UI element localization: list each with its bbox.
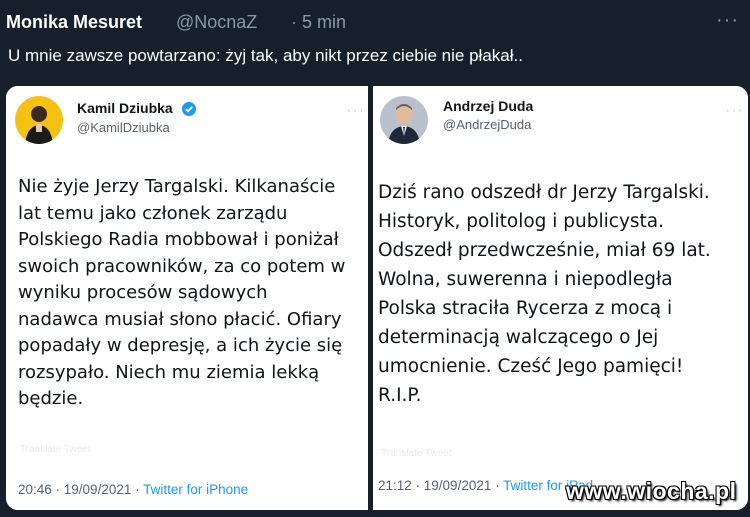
text-line: popadały w depresję, a ich życie się	[18, 335, 343, 356]
timestamp: 21:12 · 19/09/2021 ·	[378, 478, 504, 493]
source-link[interactable]: Twitter for iPhone	[143, 482, 248, 497]
screenshot-body-text: Nie żyje Jerzy Targalski. Kilkanaście la…	[18, 174, 345, 413]
text-line: Nie żyje Jerzy Targalski. Kilkanaście	[18, 176, 336, 197]
translate-tweet-link[interactable]: Translate Tweet	[381, 448, 452, 459]
text-line: determinacją walczącego o Jej	[378, 327, 659, 348]
text-line: R.I.P.	[378, 385, 422, 406]
translate-tweet-link[interactable]: Translate Tweet	[20, 444, 91, 455]
account-handle[interactable]: @KamilDziubka	[77, 120, 170, 135]
text-line: Dziś rano odszedł dr Jerzy Targalski.	[378, 182, 710, 203]
tweet-meta: 20:46 · 19/09/2021 · Twitter for iPhone	[18, 482, 248, 497]
text-line: będzie.	[18, 388, 84, 409]
verified-icon	[182, 102, 196, 116]
right-screenshot[interactable]: Andrzej Duda @AndrzejDuda ··· Dziś rano …	[373, 86, 748, 510]
tweet-text: U mnie zawsze powtarzano: żyj tak, aby n…	[8, 46, 523, 65]
screenshot-body-text: Dziś rano odszedł dr Jerzy Targalski. Hi…	[378, 178, 711, 410]
more-options-icon[interactable]: ···	[346, 103, 365, 119]
text-line: nadawca musiał słono płacić. Ofiary	[18, 308, 342, 330]
account-handle[interactable]: @AndrzejDuda	[443, 117, 531, 132]
author-handle[interactable]: @NocnaZ	[176, 12, 257, 33]
tweet-meta: 21:12 · 19/09/2021 · Twitter for iPad	[378, 478, 593, 493]
tweet-time[interactable]: · 5 min	[291, 12, 346, 33]
left-screenshot[interactable]: Kamil Dziubka @KamilDziubka ··· Nie żyje…	[6, 86, 368, 510]
text-line: lat temu jako członek zarządu	[18, 202, 288, 224]
text-line: umocnienie. Cześć Jego pamięci!	[378, 356, 684, 377]
text-line: Odszedł przedwcześnie, miał 69 lat.	[378, 240, 711, 261]
text-line: Historyk, politolog i publicysta.	[378, 211, 665, 232]
tweet-header: Monika Mesuret @NocnaZ · 5 min ···	[0, 0, 750, 80]
more-options-icon[interactable]: ···	[725, 103, 744, 119]
text-line: Polska straciła Rycerza z mocą i	[378, 298, 673, 319]
text-line: Polskiego Radia mobbował i poniżał	[18, 229, 339, 250]
avatar	[380, 96, 428, 144]
watermark: www.wiocha.pl	[566, 478, 737, 504]
text-line: Wolna, suwerenna i niepodległa	[378, 269, 673, 290]
text-line: wyniku procesów sądowych	[18, 282, 268, 303]
more-options-icon[interactable]: ···	[716, 10, 738, 30]
tweet-media[interactable]: Kamil Dziubka @KamilDziubka ··· Nie żyje…	[6, 86, 748, 510]
account-name[interactable]: Andrzej Duda	[443, 98, 533, 114]
account-name[interactable]: Kamil Dziubka	[77, 100, 173, 116]
text-line: swoich pracowników, za co potem w	[18, 255, 346, 277]
text-line: rozsypało. Niech mu ziemia lekką	[18, 361, 320, 383]
author-name[interactable]: Monika Mesuret	[6, 12, 142, 33]
avatar	[15, 96, 63, 144]
timestamp: 20:46 · 19/09/2021 ·	[18, 482, 144, 497]
